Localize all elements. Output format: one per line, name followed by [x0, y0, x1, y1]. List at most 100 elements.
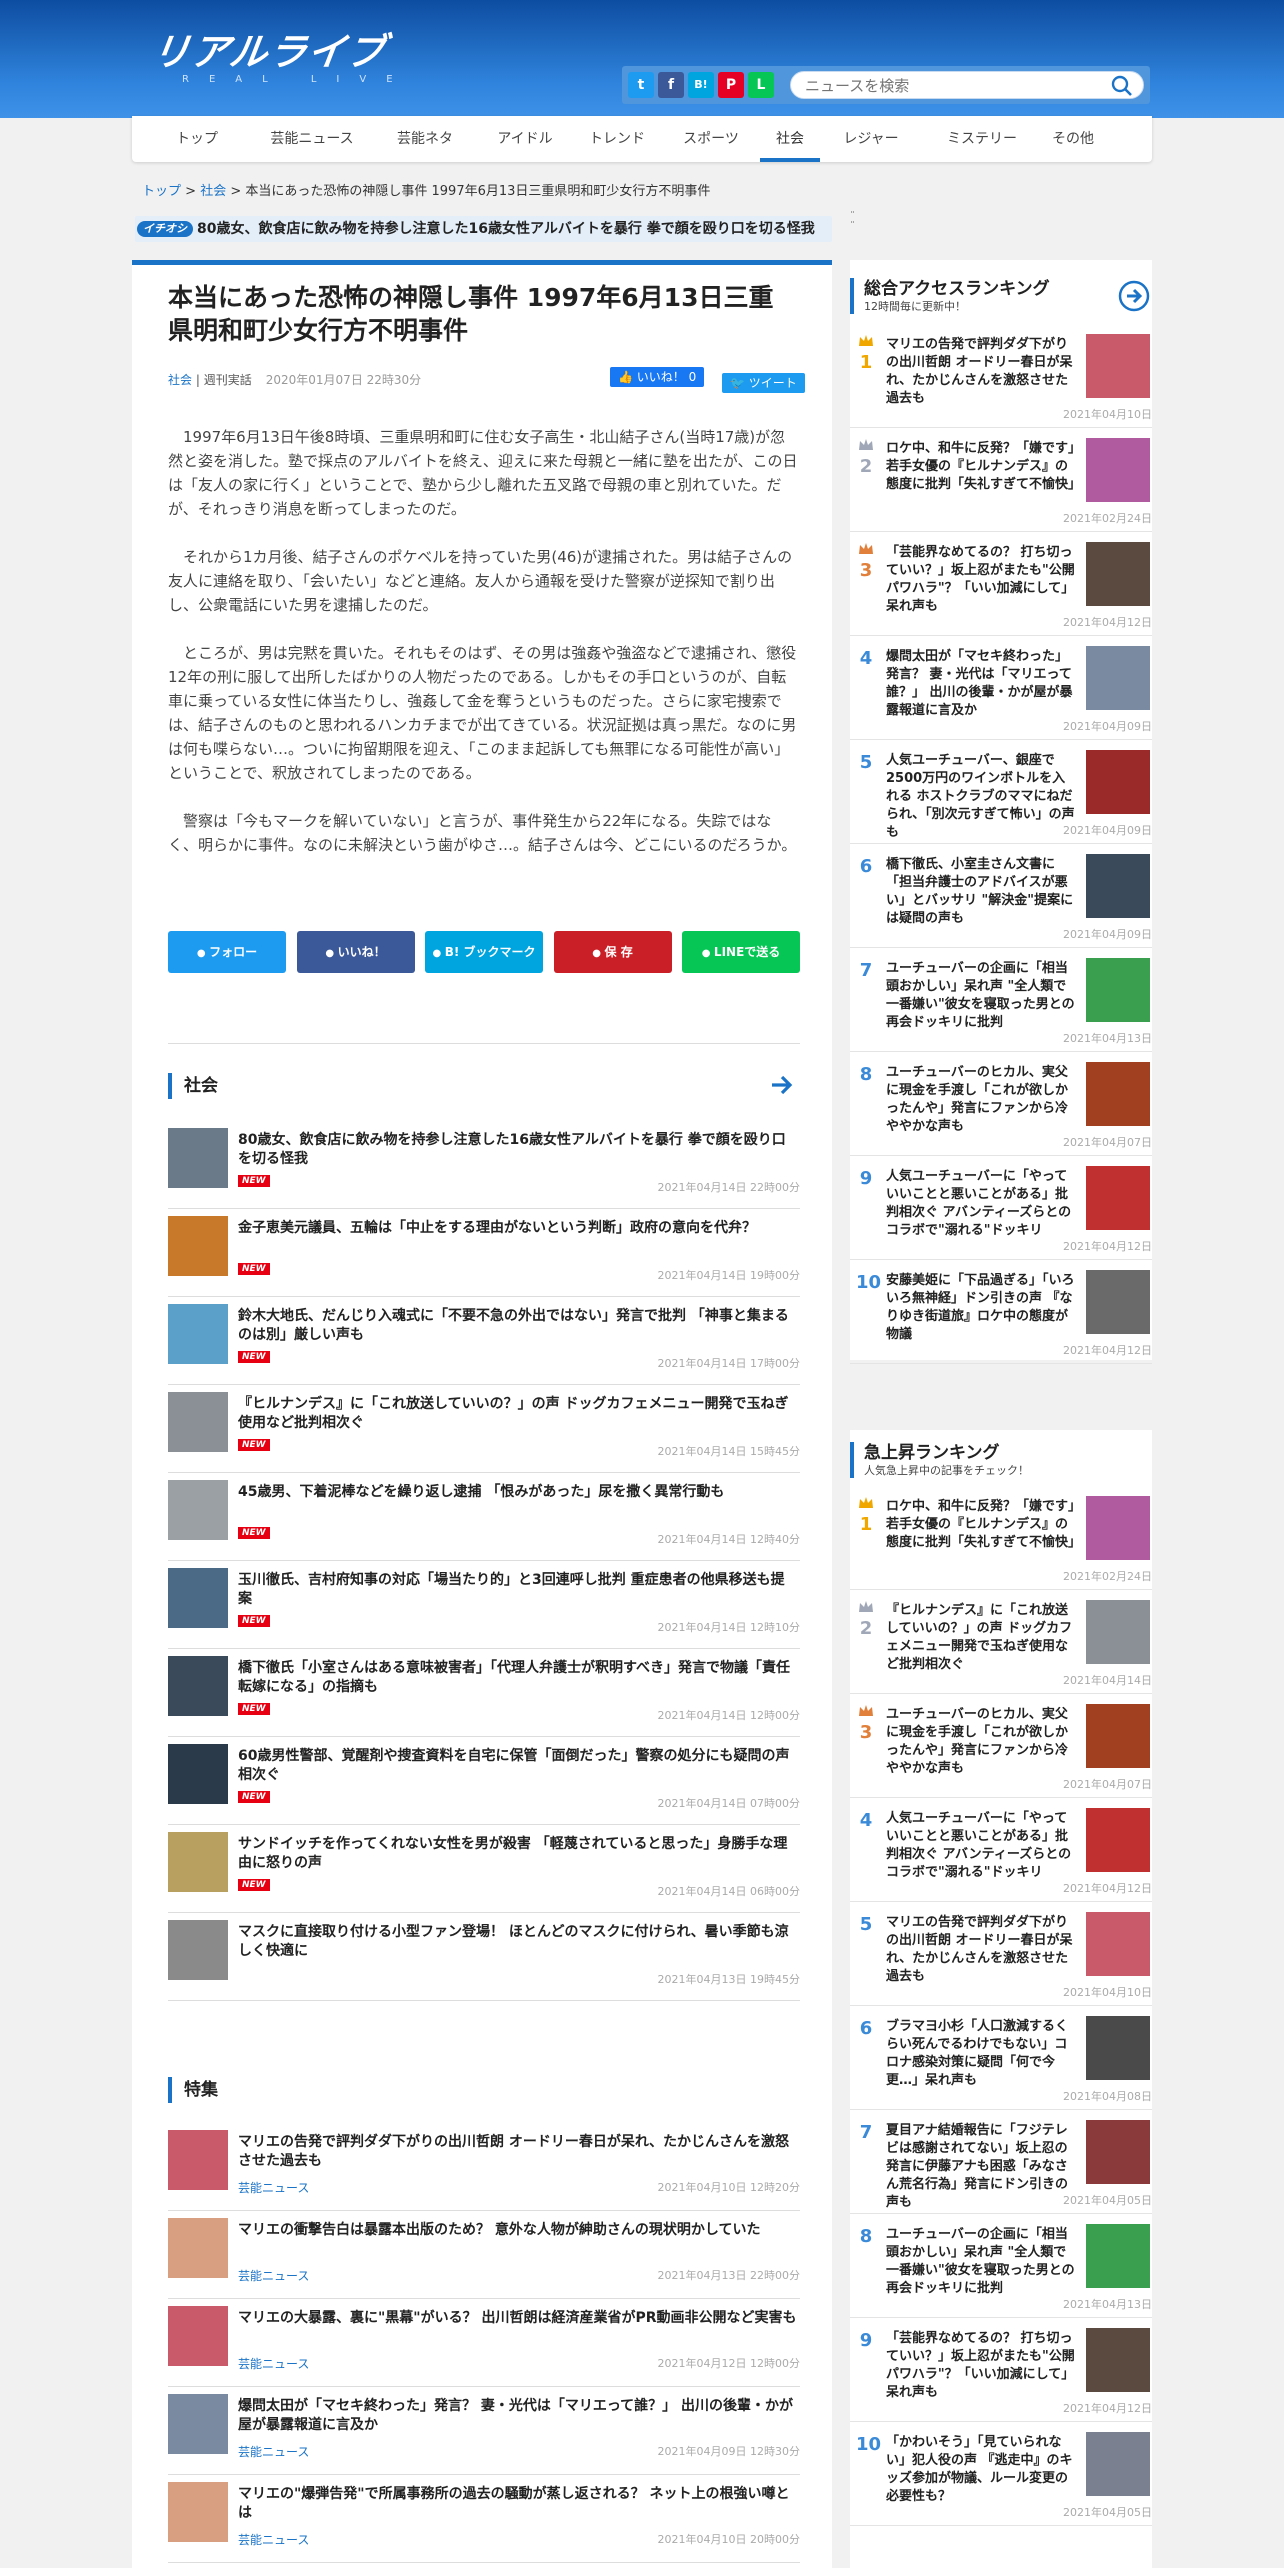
- pinterest-icon[interactable]: P: [718, 72, 744, 98]
- search-icon[interactable]: [1111, 75, 1133, 97]
- nav-item[interactable]: トップ: [162, 116, 232, 162]
- ranking-item[interactable]: 7 ユーチューバーの企画に「相当頭おかしい」呆れ声 "全人類で一番嫌い"彼女を寝取…: [850, 948, 1152, 1052]
- feature-category[interactable]: 芸能ニュース: [238, 2443, 309, 2460]
- ranking-title[interactable]: 『ヒルナンデス』に「これ放送していいの？」の声 ドッグカフェメニュー開発で玉ねぎ…: [886, 1602, 1078, 1674]
- news-title[interactable]: 60歳男性警部、覚醒剤や捜査資料を自宅に保管「面倒だった」警察の処分にも疑問の声…: [238, 1747, 798, 1785]
- share-button[interactable]: ● いいね！: [296, 931, 415, 973]
- fb-like-button[interactable]: 👍 いいね！ 0: [610, 367, 705, 387]
- feature-item[interactable]: マリエの衝撃告白は暴露本出版のため？ 意外な人物が紳助さんの現状明かしていた 芸能…: [168, 2211, 800, 2299]
- ranking-thumbnail[interactable]: [1086, 334, 1150, 398]
- feature-item[interactable]: マリエの"爆弾告発"で所属事務所の過去の騒動が蒸し返される？ ネット上の根強い噂…: [168, 2475, 800, 2563]
- feature-title[interactable]: マリエの"爆弾告発"で所属事務所の過去の騒動が蒸し返される？ ネット上の根強い噂…: [238, 2485, 798, 2523]
- news-title[interactable]: 金子恵美元議員、五輪は「中止をする理由がないという判断」政府の意向を代弁？: [238, 1219, 798, 1238]
- news-title[interactable]: 45歳男、下着泥棒などを繰り返し逮捕 「恨みがあった」尿を撒く異常行動も: [238, 1483, 798, 1502]
- ranking-item[interactable]: 4 人気ユーチューバーに「やっていいことと悪いことがある」批判相次ぐ アバンティー…: [850, 1798, 1152, 1902]
- news-item[interactable]: 鈴木大地氏、だんじり入魂式に「不要不急の外出ではない」発言で批判 「神事と集まる…: [168, 1297, 800, 1385]
- feature-item[interactable]: 爆問太田が「マセキ終わった」発言？ 妻・光代は「マリエって誰？」 出川の後輩・か…: [168, 2387, 800, 2475]
- twitter-icon[interactable]: t: [628, 72, 654, 98]
- ranking-thumbnail[interactable]: [1086, 854, 1150, 918]
- feature-thumbnail[interactable]: [168, 2218, 228, 2278]
- ranking-item[interactable]: 4 爆問太田が「マセキ終わった」発言？ 妻・光代は「マリエって誰？」 出川の後輩・…: [850, 636, 1152, 740]
- line-icon[interactable]: L: [748, 72, 774, 98]
- ranking-title[interactable]: ブラマヨ小杉「人口激減するくらい死んでるわけでもない」コロナ感染対策に疑問「何で…: [886, 2018, 1078, 2090]
- ranking-item[interactable]: 10 「かわいそう」「見ていられない」犯人役の声 『逃走中』のキッズ参加が物議、ル…: [850, 2422, 1152, 2526]
- ranking-thumbnail[interactable]: [1086, 1704, 1150, 1768]
- nav-item[interactable]: その他: [1038, 116, 1108, 162]
- ranking-item[interactable]: 3 「芸能界なめてるの？ 打ち切っていい？」坂上忍がまたも"公開パワハラ"？「いい…: [850, 532, 1152, 636]
- news-thumbnail[interactable]: [168, 1568, 228, 1628]
- ranking-title[interactable]: 安藤美姫に「下品過ぎる」「いろいろ無神経」ドン引きの声 『なりゆき街道旅』ロケ中…: [886, 1272, 1078, 1344]
- news-item[interactable]: 60歳男性警部、覚醒剤や捜査資料を自宅に保管「面倒だった」警察の処分にも疑問の声…: [168, 1737, 800, 1825]
- feature-thumbnail[interactable]: [168, 2482, 228, 2542]
- ranking-item[interactable]: 5 マリエの告発で評判ダダ下がりの出川哲朗 オードリー春日が呆れ、たかじんさんを激…: [850, 1902, 1152, 2006]
- news-item[interactable]: サンドイッチを作ってくれない女性を男が殺害 「軽蔑されていると思った」身勝手な理…: [168, 1825, 800, 1913]
- nav-item[interactable]: 芸能ネタ: [380, 116, 470, 162]
- ranking-item[interactable]: 6 橋下徹氏、小室圭さん文書に「担当弁護士のアドバイスが悪い」とバッサリ "解決金…: [850, 844, 1152, 948]
- hatena-icon[interactable]: B!: [688, 72, 714, 98]
- ranking-thumbnail[interactable]: [1086, 1600, 1150, 1664]
- ranking-thumbnail[interactable]: [1086, 2224, 1150, 2288]
- ranking-thumbnail[interactable]: [1086, 1062, 1150, 1126]
- ranking-item[interactable]: 2 ロケ中、和牛に反発？「嫌です」若手女優の『ヒルナンデス』の態度に批判「失礼すぎ…: [850, 428, 1152, 532]
- news-thumbnail[interactable]: [168, 1392, 228, 1452]
- ranking-title[interactable]: ユーチューバーの企画に「相当頭おかしい」呆れ声 "全人類で一番嫌い"彼女を寝取っ…: [886, 2226, 1078, 2298]
- news-title[interactable]: 橋下徹氏「小室さんはある意味被害者」「代理人弁護士が釈明すべき」発言で物議「責任…: [238, 1659, 798, 1697]
- article-category[interactable]: 社会: [168, 373, 192, 387]
- ranking-title[interactable]: ユーチューバーのヒカル、実父に現金を手渡し「これが欲しかったんや」発言にファンか…: [886, 1706, 1078, 1778]
- ranking-title[interactable]: 夏目アナ結婚報告に「フジテレビは感謝されてない」坂上忍の発言に伊藤アナも困惑「み…: [886, 2122, 1078, 2212]
- tweet-button[interactable]: 🐦 ツイート: [722, 373, 805, 393]
- ranking-item[interactable]: 9 人気ユーチューバーに「やっていいことと悪いことがある」批判相次ぐ アバンティー…: [850, 1156, 1152, 1260]
- ranking-item[interactable]: 1 ロケ中、和牛に反発？「嫌です」若手女優の『ヒルナンデス』の態度に批判「失礼すぎ…: [850, 1486, 1152, 1590]
- facebook-icon[interactable]: f: [658, 72, 684, 98]
- news-item[interactable]: 金子恵美元議員、五輪は「中止をする理由がないという判断」政府の意向を代弁？ NEW…: [168, 1209, 800, 1297]
- share-button[interactable]: ● フォロー: [168, 931, 286, 973]
- search-box[interactable]: [790, 71, 1144, 99]
- ranking-thumbnail[interactable]: [1086, 2328, 1150, 2392]
- ranking-title[interactable]: 橋下徹氏、小室圭さん文書に「担当弁護士のアドバイスが悪い」とバッサリ "解決金"…: [886, 856, 1078, 928]
- circle-arrow-icon[interactable]: [1118, 280, 1150, 312]
- ranking-item[interactable]: 8 ユーチューバーのヒカル、実父に現金を手渡し「これが欲しかったんや」発言にファン…: [850, 1052, 1152, 1156]
- news-item[interactable]: 玉川徹氏、吉村府知事の対応「場当たり的」と3回連呼し批判 重症患者の他県移送も提…: [168, 1561, 800, 1649]
- feature-title[interactable]: マリエの大暴露、裏に"黒幕"がいる？ 出川哲朗は経済産業省がPR動画非公開など実…: [238, 2309, 798, 2328]
- feature-thumbnail[interactable]: [168, 2394, 228, 2454]
- ranking-item[interactable]: 5 人気ユーチューバー、銀座で2500万円のワインボトルを入れる ホストクラブのマ…: [850, 740, 1152, 844]
- ranking-item[interactable]: 10 安藤美姫に「下品過ぎる」「いろいろ無神経」ドン引きの声 『なりゆき街道旅』ロ…: [850, 1260, 1152, 1364]
- ranking-title[interactable]: ユーチューバーの企画に「相当頭おかしい」呆れ声 "全人類で一番嫌い"彼女を寝取っ…: [886, 960, 1078, 1032]
- news-item[interactable]: 橋下徹氏「小室さんはある意味被害者」「代理人弁護士が釈明すべき」発言で物議「責任…: [168, 1649, 800, 1737]
- nav-item[interactable]: 社会: [760, 116, 820, 162]
- news-thumbnail[interactable]: [168, 1656, 228, 1716]
- news-title[interactable]: 『ヒルナンデス』に「これ放送していいの？」の声 ドッグカフェメニュー開発で玉ねぎ…: [238, 1395, 798, 1433]
- feature-title[interactable]: マリエの告発で評判ダダ下がりの出川哲朗 オードリー春日が呆れ、たかじんさんを激怒…: [238, 2133, 798, 2171]
- feature-category[interactable]: 芸能ニュース: [238, 2179, 309, 2196]
- feature-category[interactable]: 芸能ニュース: [238, 2355, 309, 2372]
- ranking-title[interactable]: ロケ中、和牛に反発？「嫌です」若手女優の『ヒルナンデス』の態度に批判「失礼すぎて…: [886, 440, 1081, 494]
- news-title[interactable]: サンドイッチを作ってくれない女性を男が殺害 「軽蔑されていると思った」身勝手な理…: [238, 1835, 798, 1873]
- ranking-item[interactable]: 3 ユーチューバーのヒカル、実父に現金を手渡し「これが欲しかったんや」発言にファン…: [850, 1694, 1152, 1798]
- ranking-title[interactable]: ユーチューバーのヒカル、実父に現金を手渡し「これが欲しかったんや」発言にファンか…: [886, 1064, 1078, 1136]
- ranking-item[interactable]: 6 ブラマヨ小杉「人口激減するくらい死んでるわけでもない」コロナ感染対策に疑問「何…: [850, 2006, 1152, 2110]
- nav-item[interactable]: トレンド: [578, 116, 656, 162]
- ranking-thumbnail[interactable]: [1086, 958, 1150, 1022]
- ranking-title[interactable]: マリエの告発で評判ダダ下がりの出川哲朗 オードリー春日が呆れ、たかじんさんを激怒…: [886, 1914, 1078, 1986]
- ranking-title[interactable]: 「芸能界なめてるの？ 打ち切っていい？」坂上忍がまたも"公開パワハラ"？「いい加…: [886, 2330, 1078, 2402]
- news-item[interactable]: マスクに直接取り付ける小型ファン登場！ ほとんどのマスクに付けられ、暑い季節も涼…: [168, 1913, 800, 2001]
- breadcrumb-home[interactable]: トップ: [142, 184, 181, 199]
- feature-category[interactable]: 芸能ニュース: [238, 2267, 309, 2284]
- nav-item[interactable]: アイドル: [486, 116, 564, 162]
- share-button[interactable]: ● LINEで送る: [682, 931, 800, 973]
- news-title[interactable]: 鈴木大地氏、だんじり入魂式に「不要不急の外出ではない」発言で批判 「神事と集まる…: [238, 1307, 798, 1345]
- feature-thumbnail[interactable]: [168, 2306, 228, 2366]
- news-thumbnail[interactable]: [168, 1304, 228, 1364]
- news-item[interactable]: 80歳女、飲食店に飲み物を持参し注意した16歳女性アルバイトを暴行 拳で顔を殴り…: [168, 1121, 800, 1209]
- feature-thumbnail[interactable]: [168, 2130, 228, 2190]
- pickup-banner[interactable]: イチオシ 80歳女、飲食店に飲み物を持参し注意した16歳女性アルバイトを暴行 拳…: [135, 216, 832, 242]
- news-thumbnail[interactable]: [168, 1128, 228, 1188]
- ranking-thumbnail[interactable]: [1086, 750, 1150, 814]
- pickup-text[interactable]: 80歳女、飲食店に飲み物を持参し注意した16歳女性アルバイトを暴行 拳で顔を殴り…: [197, 216, 815, 242]
- news-item[interactable]: 『ヒルナンデス』に「これ放送していいの？」の声 ドッグカフェメニュー開発で玉ねぎ…: [168, 1385, 800, 1473]
- ranking-title[interactable]: 「芸能界なめてるの？ 打ち切っていい？」坂上忍がまたも"公開パワハラ"？「いい加…: [886, 544, 1078, 616]
- ranking-title[interactable]: 人気ユーチューバーに「やっていいことと悪いことがある」批判相次ぐ アバンティーズ…: [886, 1810, 1078, 1882]
- ranking-thumbnail[interactable]: [1086, 2432, 1150, 2496]
- ranking-thumbnail[interactable]: [1086, 542, 1150, 606]
- ranking-thumbnail[interactable]: [1086, 646, 1150, 710]
